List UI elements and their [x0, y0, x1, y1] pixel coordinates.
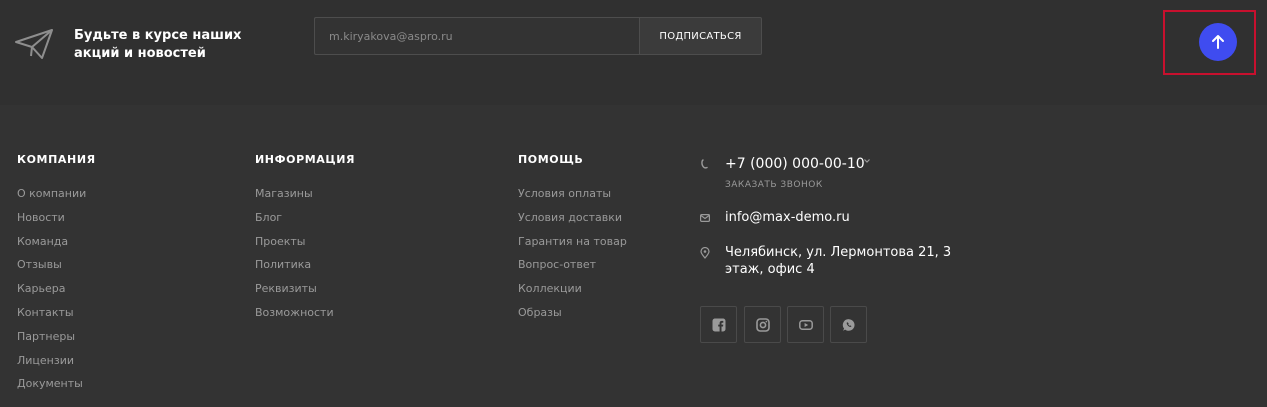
footer-link[interactable]: Образы	[518, 306, 627, 330]
address-text: Челябинск, ул. Лермонтова 21, 3 этаж, оф…	[725, 245, 952, 277]
arrow-up-icon	[1212, 35, 1224, 49]
phone-icon	[701, 159, 708, 169]
footer-link[interactable]: Политика	[255, 258, 355, 282]
footer-link[interactable]: Реквизиты	[255, 282, 355, 306]
email-link[interactable]: info@max-demo.ru	[725, 210, 850, 225]
column-title: ИНФОРМАЦИЯ	[255, 153, 356, 166]
phone-number[interactable]: +7 (000) 000-00-10	[725, 156, 865, 172]
youtube-icon	[799, 320, 813, 330]
column-title: ПОМОЩЬ	[518, 153, 584, 166]
footer-link[interactable]: Новости	[17, 211, 96, 235]
whatsapp-icon	[842, 319, 855, 331]
footer-link[interactable]: Карьера	[17, 282, 96, 306]
footer-link[interactable]: Отзывы	[17, 258, 96, 282]
facebook-link[interactable]	[700, 306, 737, 343]
scroll-to-top-button[interactable]	[1199, 23, 1237, 61]
youtube-link[interactable]	[787, 306, 824, 343]
footer-link[interactable]: Гарантия на товар	[518, 235, 627, 259]
subscribe-bar: Будьте в курсе наших акций и новостей ПО…	[0, 0, 1267, 105]
footer-column-help: ПОМОЩЬ Условия оплаты Условия доставки Г…	[518, 153, 627, 330]
chevron-down-icon[interactable]	[864, 159, 870, 163]
map-pin-icon	[700, 247, 710, 259]
footer-link[interactable]: Партнеры	[17, 330, 96, 354]
instagram-icon	[756, 318, 770, 332]
footer-link[interactable]: О компании	[17, 187, 96, 211]
paper-plane-icon	[15, 29, 53, 59]
footer-column-company: КОМПАНИЯ О компании Новости Команда Отзы…	[17, 153, 96, 401]
instagram-link[interactable]	[744, 306, 781, 343]
column-title: КОМПАНИЯ	[17, 153, 96, 166]
subscribe-email-input[interactable]	[314, 17, 639, 55]
footer-link[interactable]: Условия оплаты	[518, 187, 627, 211]
mail-icon	[700, 214, 710, 222]
footer-link[interactable]: Лицензии	[17, 354, 96, 378]
facebook-icon	[712, 318, 726, 332]
subscribe-button[interactable]: ПОДПИСАТЬСЯ	[639, 17, 762, 55]
footer-link[interactable]: Контакты	[17, 306, 96, 330]
subscribe-heading: Будьте в курсе наших акций и новостей	[74, 28, 242, 61]
footer-link[interactable]: Коллекции	[518, 282, 627, 306]
callback-link[interactable]: ЗАКАЗАТЬ ЗВОНОК	[725, 180, 823, 190]
footer-link[interactable]: Проекты	[255, 235, 355, 259]
footer-link[interactable]: Документы	[17, 377, 96, 401]
footer-link[interactable]: Команда	[17, 235, 96, 259]
footer-link[interactable]: Возможности	[255, 306, 355, 330]
footer-link[interactable]: Вопрос-ответ	[518, 258, 627, 282]
footer-link[interactable]: Магазины	[255, 187, 355, 211]
footer-column-information: ИНФОРМАЦИЯ Магазины Блог Проекты Политик…	[255, 153, 355, 330]
whatsapp-link[interactable]	[830, 306, 867, 343]
footer-link[interactable]: Условия доставки	[518, 211, 627, 235]
footer-link[interactable]: Блог	[255, 211, 355, 235]
